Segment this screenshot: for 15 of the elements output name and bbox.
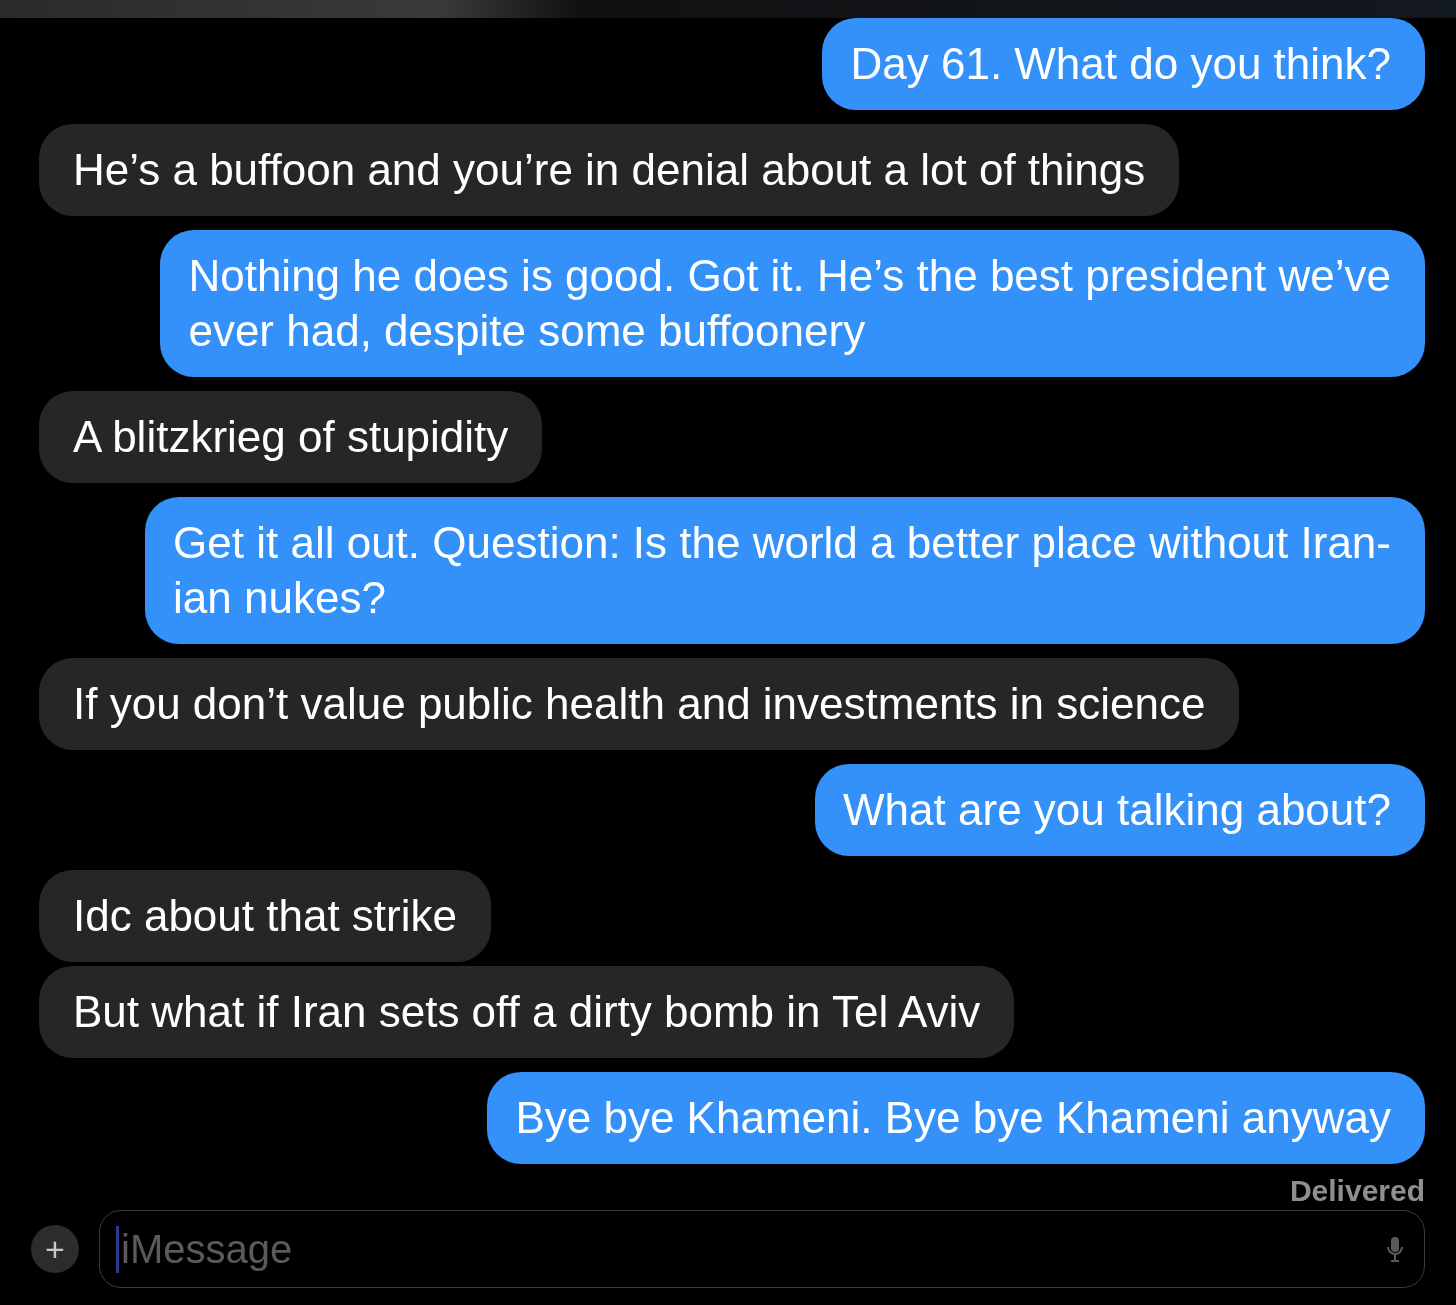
sent-message: Bye bye Khameni. Bye bye Khameni anyway	[487, 1072, 1425, 1164]
received-message: He’s a buffoon and you’re in denial about a lot of things	[39, 124, 1180, 216]
sent-message: What are you talking about?	[815, 764, 1425, 856]
delivered-status: Delivered	[1289, 1174, 1425, 1208]
received-message: A blitzkrieg of stupidity	[39, 391, 543, 483]
microphone-icon[interactable]	[1386, 1236, 1404, 1262]
sent-message: Day 61. What do you think?	[822, 18, 1425, 110]
sent-message: Nothing he does is good. Got it. He’s the best president we’ve ever had, despite some buffoonery	[160, 230, 1425, 377]
received-message: But what if Iran sets off a dirty bomb in Tel Aviv	[39, 966, 1015, 1058]
message-input[interactable]: iMessage	[116, 1225, 1386, 1273]
message-field[interactable]: iMessage	[99, 1210, 1425, 1288]
add-button[interactable]: +	[31, 1225, 79, 1273]
sent-message: Get it all out. Question: Is the world a better place without Iran- ian nukes?	[145, 497, 1425, 644]
received-message: Idc about that strike	[39, 870, 491, 962]
received-message: If you don’t value public health and investments in science	[39, 658, 1240, 750]
